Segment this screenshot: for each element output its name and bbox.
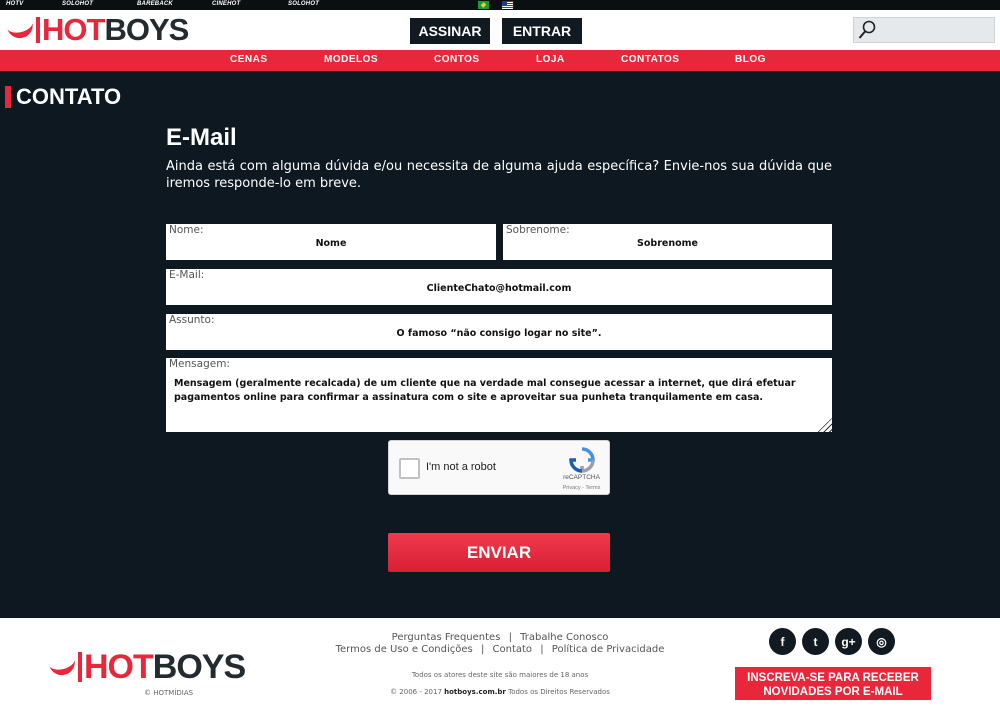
- email-label: E-Mail:: [169, 269, 205, 281]
- network-link-cinehot[interactable]: CINEHOT: [212, 1, 240, 7]
- intro-text: Ainda está com alguma dúvida e/ou necess…: [166, 159, 832, 191]
- logo-bar: [78, 652, 82, 682]
- network-link-solohot[interactable]: SOLOHOT: [62, 1, 93, 7]
- flag-brazil-icon[interactable]: [478, 1, 489, 9]
- network-link-hotv[interactable]: HOTV: [6, 1, 23, 7]
- site-header: HOT BOYS ASSINAR ENTRAR: [0, 10, 1000, 50]
- recaptcha-terms-link[interactable]: Privacy - Terms: [549, 485, 614, 491]
- login-button[interactable]: ENTRAR: [502, 18, 582, 44]
- footer-link-contact[interactable]: Contato: [493, 644, 533, 655]
- title-marker: [5, 86, 11, 108]
- page-title-block: CONTATO: [5, 84, 122, 109]
- network-link-solohot-2[interactable]: SOLOHOT: [288, 1, 319, 7]
- copyright-prefix: © 2006 - 2017: [390, 688, 442, 696]
- recaptcha-checkbox[interactable]: [399, 458, 420, 479]
- twitter-icon[interactable]: t: [802, 628, 829, 655]
- search-box: [853, 17, 995, 43]
- message-field[interactable]: Mensagem: Mensagem (geralmente recalcada…: [166, 358, 832, 432]
- link-separator: |: [508, 632, 512, 643]
- newsletter-line-1: INSCREVA-SE PARA RECEBER: [747, 671, 919, 684]
- logo-boys-text: BOYS: [104, 12, 189, 47]
- chili-pepper-icon: [48, 656, 78, 678]
- logo-bar: [36, 17, 40, 43]
- nav-item-loja[interactable]: LOJA: [536, 54, 565, 65]
- chili-pepper-icon: [6, 19, 36, 41]
- footer-link-terms[interactable]: Termos de Uso e Condições: [336, 644, 473, 655]
- main-nav: CENAS MODELOS CONTOS LOJA CONTATOS BLOG: [0, 50, 1000, 71]
- first-name-label: Nome:: [169, 224, 204, 236]
- subscribe-button[interactable]: ASSINAR: [410, 18, 490, 44]
- site-copyright: © 2006 - 2017 hotboys.com.br Todos os Di…: [330, 688, 670, 696]
- site-logo[interactable]: HOT BOYS: [6, 12, 189, 47]
- nav-item-blog[interactable]: BLOG: [735, 54, 766, 65]
- footer-logo[interactable]: HOT BOYS: [48, 648, 246, 686]
- network-link-bareback[interactable]: BAREBACK: [137, 1, 173, 7]
- message-label: Mensagem:: [169, 358, 230, 370]
- footer-links-row-2: Termos de Uso e Condições | Contato | Po…: [330, 644, 670, 655]
- recaptcha-widget: I'm not a robot reCAPTCHA Privacy - Term…: [388, 440, 610, 495]
- nav-item-contos[interactable]: CONTOS: [434, 54, 480, 65]
- logo-boys-text: BOYS: [152, 648, 246, 686]
- search-input[interactable]: [880, 20, 990, 40]
- message-textarea[interactable]: Mensagem (geralmente recalcada) de um cl…: [174, 377, 826, 405]
- facebook-icon[interactable]: f: [769, 628, 796, 655]
- subject-label: Assunto:: [169, 314, 215, 326]
- brand-copyright: © HOTMÍDIAS: [144, 689, 194, 697]
- last-name-field[interactable]: Sobrenome: Sobrenome: [503, 224, 832, 260]
- nav-item-modelos[interactable]: MODELOS: [324, 54, 378, 65]
- age-notice: Todos os atores deste site são maiores d…: [411, 671, 589, 679]
- section-title: E-Mail: [166, 124, 237, 151]
- flag-usa-icon[interactable]: [502, 1, 513, 9]
- first-name-field[interactable]: Nome: Nome: [166, 224, 496, 260]
- email-value[interactable]: ClienteChato@hotmail.com: [166, 283, 832, 294]
- subject-value[interactable]: O famoso “não consigo logar no site”.: [166, 328, 832, 339]
- email-field[interactable]: E-Mail: ClienteChato@hotmail.com: [166, 269, 832, 305]
- link-separator: |: [480, 644, 485, 655]
- page-title: CONTATO: [16, 84, 122, 109]
- copyright-site[interactable]: hotboys.com.br: [444, 688, 506, 696]
- last-name-value[interactable]: Sobrenome: [503, 238, 832, 249]
- footer-links-row-1: Perguntas Frequentes | Trabalhe Conosco: [330, 632, 670, 643]
- submit-button[interactable]: ENVIAR: [388, 533, 610, 572]
- instagram-icon[interactable]: ◎: [868, 628, 895, 655]
- nav-item-contatos[interactable]: CONTATOS: [621, 54, 679, 65]
- recaptcha-brand: reCAPTCHA: [563, 474, 600, 481]
- google-plus-icon[interactable]: g+: [835, 628, 862, 655]
- footer-link-careers[interactable]: Trabalhe Conosco: [520, 632, 608, 643]
- search-icon[interactable]: [858, 20, 876, 40]
- newsletter-line-2: NOVIDADES POR E-MAIL: [763, 685, 903, 698]
- nav-item-cenas[interactable]: CENAS: [230, 54, 268, 65]
- footer-link-privacy[interactable]: Política de Privacidade: [552, 644, 665, 655]
- recaptcha-logo-icon: [569, 447, 595, 473]
- last-name-label: Sobrenome:: [506, 224, 570, 236]
- subject-field[interactable]: Assunto: O famoso “não consigo logar no …: [166, 314, 832, 350]
- footer-link-faq[interactable]: Perguntas Frequentes: [392, 632, 501, 643]
- copyright-suffix: Todos os Direitos Reservados: [508, 688, 610, 696]
- recaptcha-label: I'm not a robot: [426, 461, 496, 473]
- logo-hot-text: HOT: [84, 648, 154, 686]
- link-separator: |: [540, 644, 544, 655]
- resize-handle-icon[interactable]: [816, 418, 832, 432]
- network-bar: HOTV SOLOHOT BAREBACK CINEHOT SOLOHOT: [0, 0, 1000, 10]
- newsletter-signup-button[interactable]: INSCREVA-SE PARA RECEBER NOVIDADES POR E…: [735, 667, 931, 700]
- first-name-value[interactable]: Nome: [166, 238, 496, 249]
- logo-hot-text: HOT: [42, 12, 105, 47]
